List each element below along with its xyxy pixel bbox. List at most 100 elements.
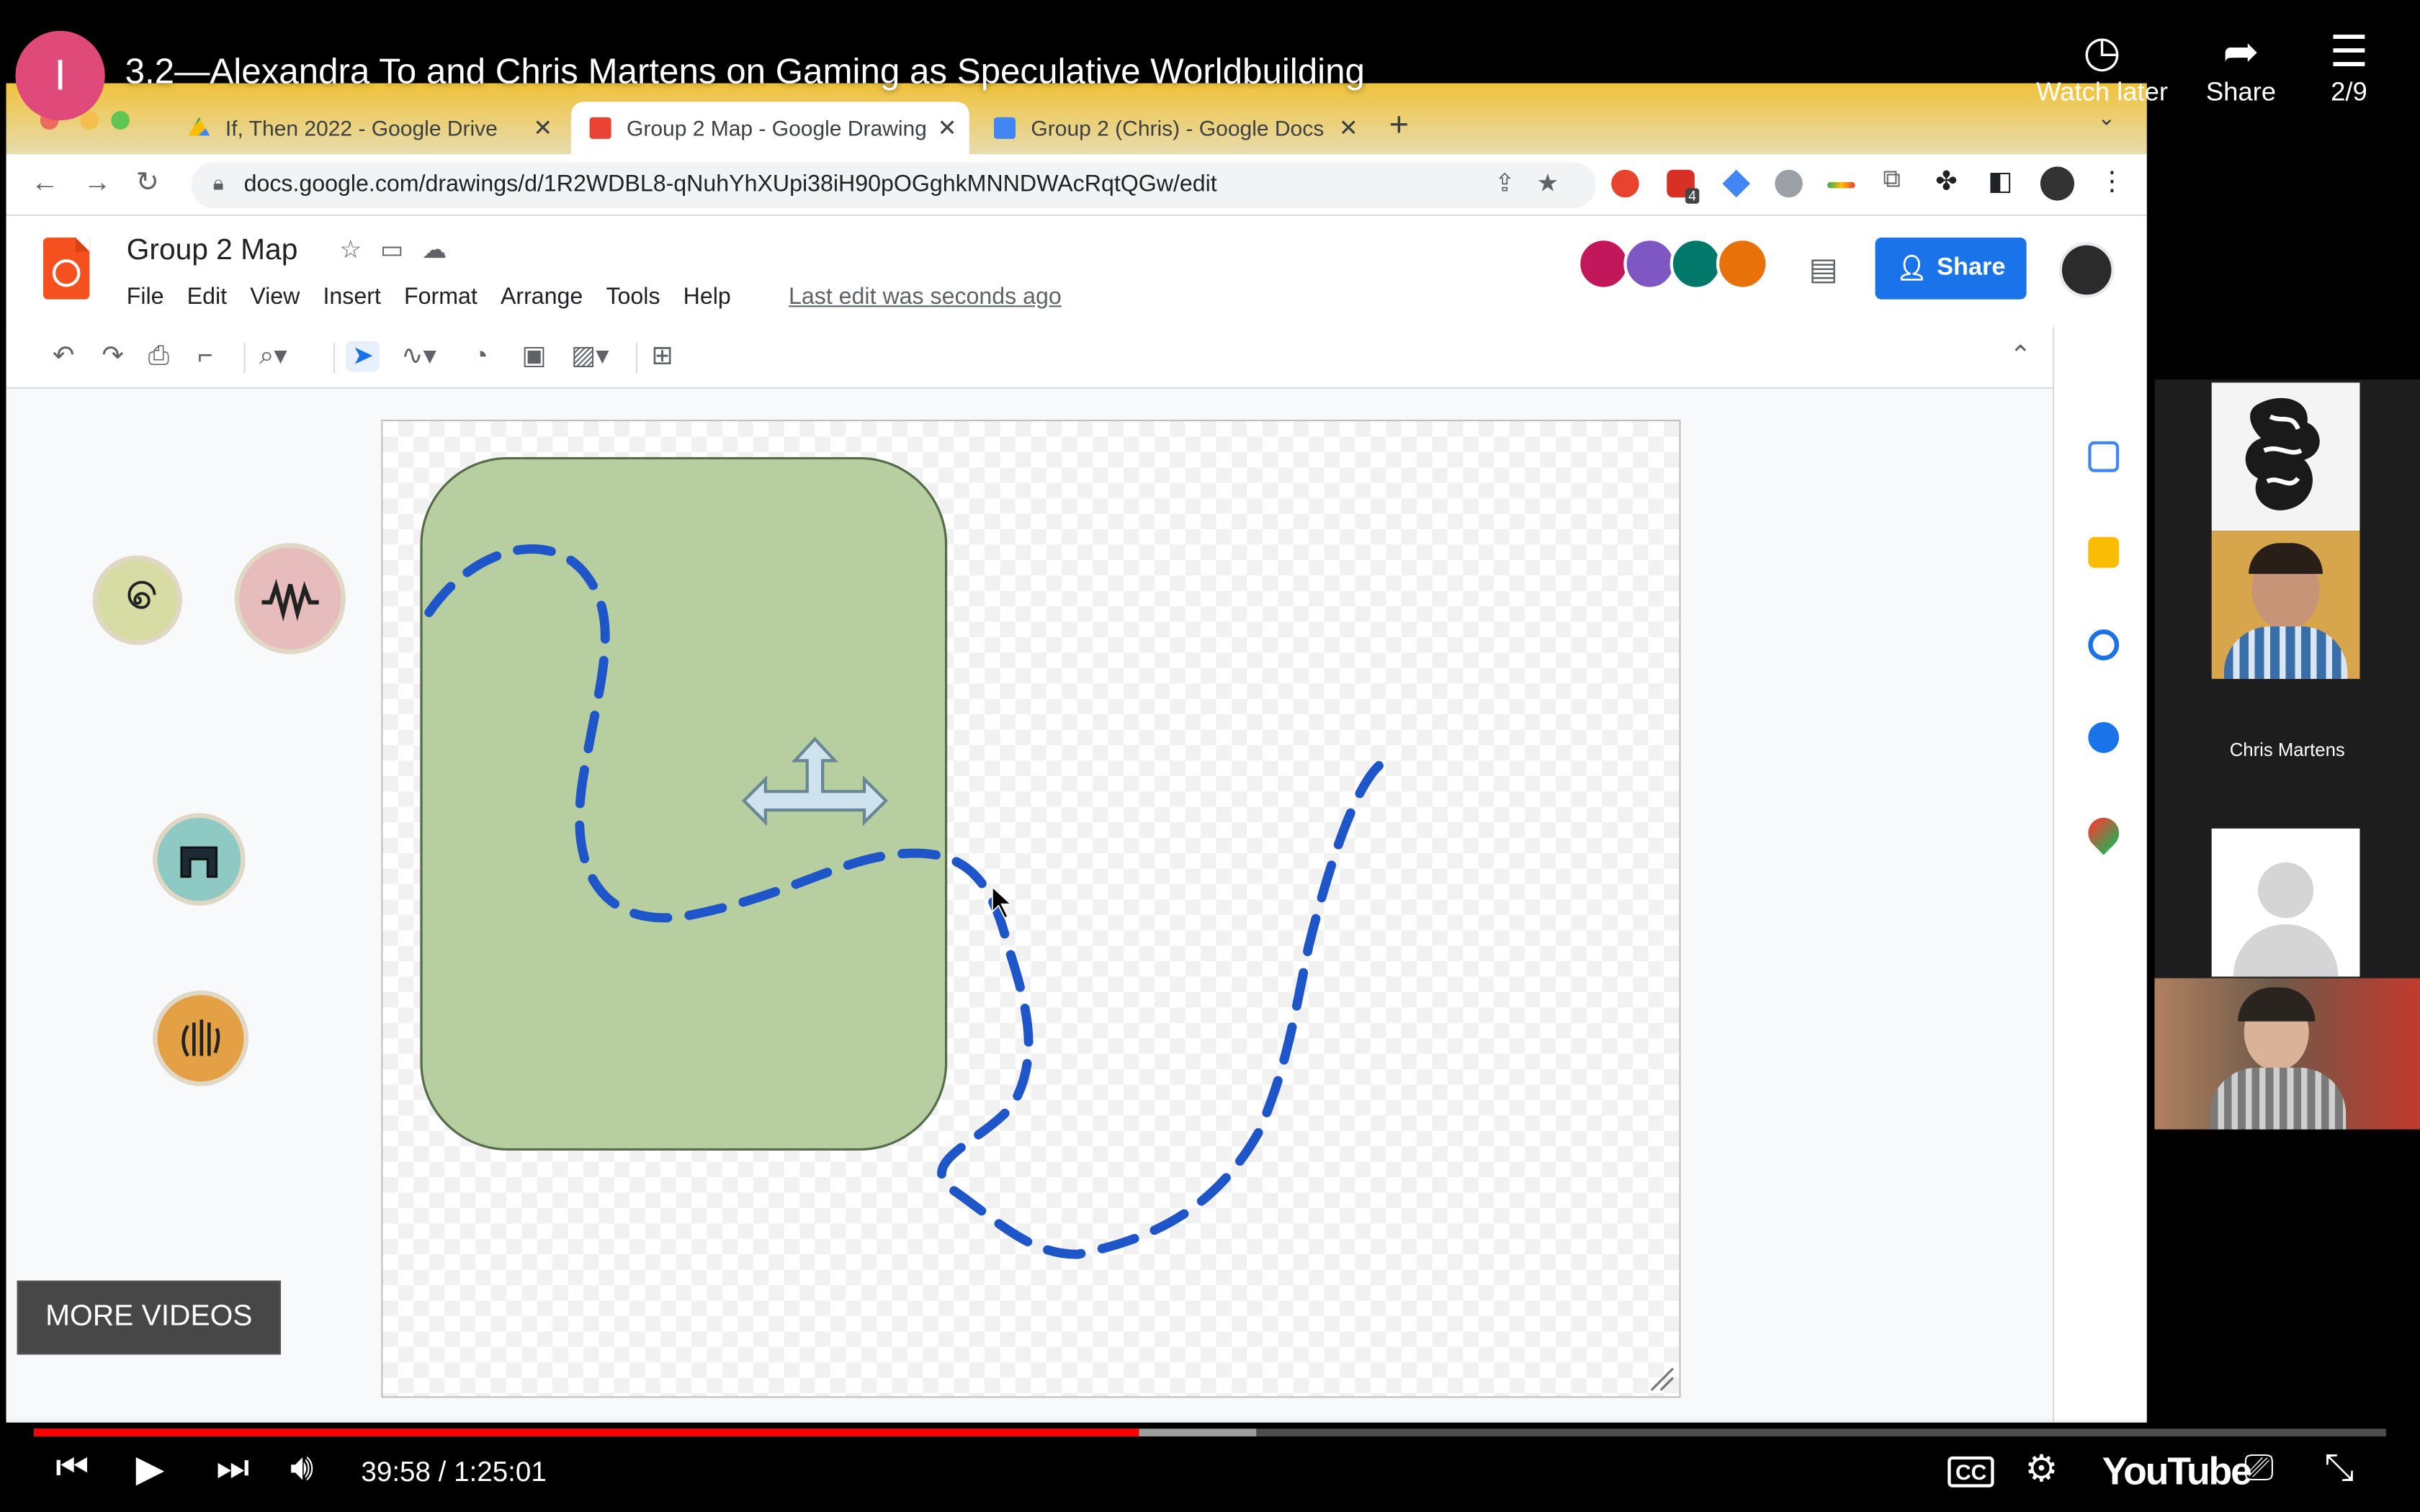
next-icon[interactable]: ⏭︎ bbox=[216, 1447, 249, 1490]
google-docs-icon bbox=[994, 117, 1016, 139]
redo-icon[interactable]: ↷ bbox=[102, 341, 124, 372]
gate-token[interactable] bbox=[153, 813, 246, 906]
close-tab-icon[interactable]: ✕ bbox=[1339, 114, 1358, 142]
tab-search-chevron-icon[interactable]: ⌄ bbox=[2097, 105, 2115, 131]
person-icon: 👤︎ bbox=[1896, 256, 1928, 283]
previous-icon[interactable]: ⏮︎ bbox=[55, 1447, 89, 1490]
menu-help[interactable]: Help bbox=[684, 284, 731, 310]
reload-icon[interactable]: ↻ bbox=[136, 166, 159, 199]
menu-file[interactable]: File bbox=[127, 284, 164, 310]
sidebar-toggle-icon[interactable]: ◧ bbox=[1988, 166, 2012, 197]
tab-google-drawing[interactable]: Group 2 Map - Google Drawing ✕ bbox=[570, 102, 969, 155]
shirt-shape bbox=[2210, 1067, 2347, 1130]
tab-label: Group 2 (Chris) - Google Docs bbox=[1031, 115, 1325, 140]
shirt-shape bbox=[2223, 626, 2348, 679]
tab-google-docs[interactable]: Group 2 (Chris) - Google Docs ✕ bbox=[975, 102, 1371, 154]
tasks-icon[interactable] bbox=[2088, 629, 2120, 661]
hair-shape bbox=[2249, 543, 2323, 575]
participant-tile-webcam bbox=[2154, 978, 2420, 1130]
calendar-icon[interactable] bbox=[2088, 441, 2120, 472]
playlist-button[interactable]: ☰ 2/9 bbox=[2309, 28, 2389, 108]
select-arrow-icon[interactable]: ➤ bbox=[346, 341, 380, 372]
cast-icon[interactable]: ⎚ bbox=[2244, 1447, 2274, 1490]
tab-label: If, Then 2022 - Google Drive bbox=[225, 115, 498, 140]
share-button[interactable]: 👤︎ Share bbox=[1875, 238, 2027, 300]
close-tab-icon[interactable]: ✕ bbox=[533, 114, 552, 142]
collaborator-avatar[interactable] bbox=[1670, 238, 1723, 290]
menu-format[interactable]: Format bbox=[404, 284, 478, 310]
shared-browser-window: If, Then 2022 - Google Drive ✕ Group 2 M… bbox=[6, 83, 2147, 1423]
captions-icon[interactable]: CC bbox=[1948, 1456, 1995, 1488]
watch-later-button[interactable]: ◷ Watch later bbox=[2022, 28, 2182, 108]
url-field[interactable]: 🔒︎ docs.google.com/drawings/d/1R2WDBL8-q… bbox=[191, 162, 1596, 209]
play-icon[interactable]: ▶︎ bbox=[136, 1447, 165, 1492]
watch-later-label: Watch later bbox=[2036, 77, 2169, 107]
drawing-workspace[interactable] bbox=[6, 389, 2053, 1423]
keep-icon[interactable] bbox=[2088, 536, 2120, 568]
diamond-extension-icon[interactable] bbox=[1722, 169, 1750, 198]
text-box-icon[interactable]: ▣ bbox=[521, 341, 546, 372]
map-drawing[interactable] bbox=[382, 421, 1682, 1400]
new-tab-icon[interactable]: + bbox=[1389, 105, 1410, 145]
zigzag-token[interactable] bbox=[234, 543, 346, 654]
last-edit-link[interactable]: Last edit was seconds ago bbox=[789, 284, 1062, 310]
drawing-canvas-page[interactable] bbox=[381, 419, 1682, 1400]
back-icon[interactable]: ← bbox=[31, 166, 59, 199]
share-video-button[interactable]: ➦ Share bbox=[2195, 28, 2287, 108]
menu-edit[interactable]: Edit bbox=[187, 284, 227, 310]
menu-tools[interactable]: Tools bbox=[606, 284, 660, 310]
video-frame[interactable]: If, Then 2022 - Google Drive ✕ Group 2 M… bbox=[0, 0, 2420, 1512]
collaborator-avatar[interactable] bbox=[1623, 238, 1677, 290]
collaborator-avatar[interactable] bbox=[1577, 238, 1630, 290]
close-tab-icon[interactable]: ✕ bbox=[938, 114, 957, 142]
print-icon[interactable]: ⎙ bbox=[148, 341, 169, 372]
google-drawings-logo-icon[interactable] bbox=[43, 238, 90, 300]
forward-icon[interactable]: → bbox=[84, 166, 112, 199]
undo-icon[interactable]: ↶ bbox=[53, 341, 75, 372]
rainbow-extension-icon[interactable] bbox=[1827, 181, 1855, 189]
youtube-logo[interactable]: YouTube bbox=[2102, 1450, 2252, 1495]
contacts-icon[interactable] bbox=[2088, 721, 2120, 753]
document-title[interactable]: Group 2 Map bbox=[127, 235, 298, 269]
volume-icon[interactable]: 🔊︎ bbox=[290, 1447, 313, 1490]
image-insert-icon[interactable]: ▨▾ bbox=[571, 341, 609, 372]
maximize-window-dot[interactable] bbox=[111, 111, 130, 130]
browser-menu-icon[interactable]: ⋮ bbox=[2099, 166, 2125, 197]
tab-strip: If, Then 2022 - Google Drive ✕ Group 2 M… bbox=[6, 83, 2147, 155]
zoom-icon[interactable]: ⌕▾ bbox=[259, 341, 287, 372]
collapse-toolbar-icon[interactable]: ⌃ bbox=[2009, 341, 2032, 372]
menu-insert[interactable]: Insert bbox=[323, 284, 380, 310]
exit-fullscreen-icon[interactable]: ⤡ bbox=[2324, 1447, 2354, 1490]
tab-google-drive[interactable]: If, Then 2022 - Google Drive ✕ bbox=[170, 102, 565, 154]
settings-gear-icon[interactable]: ⚙︎ bbox=[2025, 1447, 2058, 1492]
resize-handle-icon[interactable] bbox=[1650, 1367, 1674, 1391]
google-drawings-icon bbox=[589, 117, 611, 139]
puzzle-extensions-icon[interactable]: ✤ bbox=[1935, 166, 1958, 197]
opera-extension-icon[interactable] bbox=[1611, 169, 1639, 198]
more-videos-button[interactable]: MORE VIDEOS bbox=[17, 1280, 281, 1355]
menu-arrange[interactable]: Arrange bbox=[501, 284, 583, 310]
share-page-icon[interactable]: ⇪★ bbox=[1494, 168, 1580, 199]
line-tool-icon[interactable]: ∿▾ bbox=[401, 341, 436, 372]
google-drive-icon bbox=[188, 117, 210, 136]
channel-avatar[interactable]: I bbox=[15, 30, 105, 121]
collaborator-avatar[interactable] bbox=[1716, 238, 1769, 290]
comment-history-icon[interactable]: ▤ bbox=[1809, 250, 1838, 289]
star-icon[interactable]: ☆▭☁ bbox=[339, 235, 465, 266]
shape-tool-icon[interactable]: ◔ bbox=[472, 341, 488, 372]
default-avatar-body bbox=[2233, 924, 2339, 977]
paint-format-icon[interactable]: ⌐ bbox=[197, 341, 212, 372]
share-label: Share bbox=[2205, 77, 2277, 107]
profile-avatar-icon[interactable] bbox=[2040, 166, 2074, 201]
spiral-token[interactable] bbox=[92, 555, 182, 645]
account-avatar[interactable] bbox=[2058, 242, 2115, 298]
lock-icon: 🔒︎ bbox=[212, 171, 224, 194]
video-title[interactable]: 3.2—Alexandra To and Chris Martens on Ga… bbox=[125, 51, 1365, 93]
add-comment-icon[interactable]: ⊞ bbox=[651, 341, 673, 372]
progress-bar[interactable] bbox=[34, 1428, 2386, 1436]
menu-view[interactable]: View bbox=[250, 284, 300, 310]
hand-token[interactable] bbox=[153, 990, 248, 1086]
maps-icon[interactable] bbox=[2081, 811, 2126, 855]
media-extension-icon[interactable]: ⧉ bbox=[1883, 166, 1901, 194]
globe-extension-icon[interactable] bbox=[1775, 169, 1803, 198]
